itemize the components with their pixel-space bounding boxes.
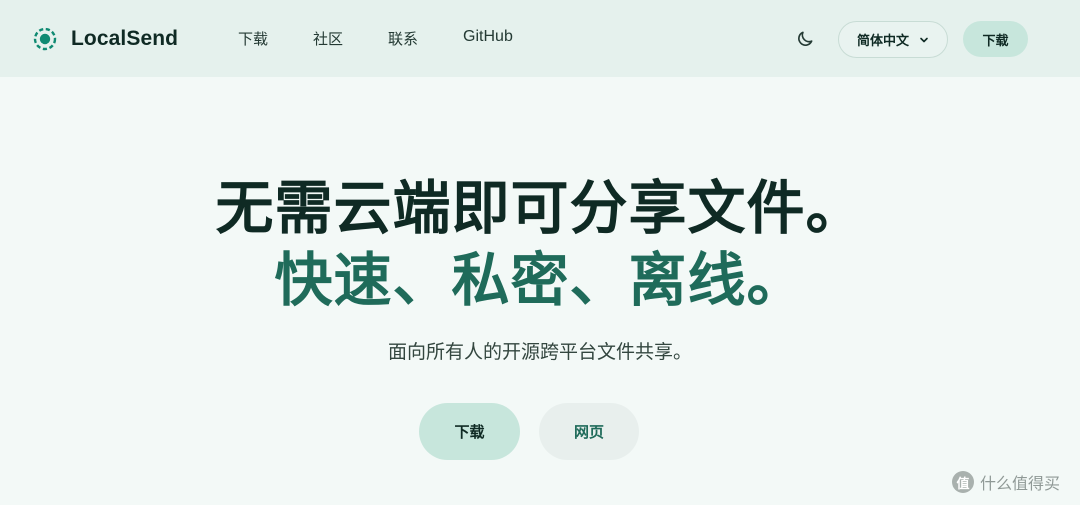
hero-subtitle: 面向所有人的开源跨平台文件共享。 — [387, 341, 692, 363]
localsend-logo-icon — [33, 27, 57, 51]
nav-link-contact[interactable]: 联系 — [388, 28, 418, 49]
watermark: 值 什么值得买 — [952, 470, 1060, 494]
hero-title: 无需云端即可分享文件。 — [215, 174, 865, 242]
language-select[interactable]: 简体中文 — [838, 21, 948, 58]
theme-toggle-button[interactable] — [793, 27, 817, 51]
moon-icon — [798, 31, 813, 46]
nav-download-button[interactable]: 下载 — [963, 21, 1028, 57]
nav-link-community[interactable]: 社区 — [313, 28, 343, 49]
nav-link-github[interactable]: GitHub — [463, 28, 513, 49]
watermark-text: 什么值得买 — [980, 474, 1061, 493]
nav-link-download[interactable]: 下载 — [238, 28, 268, 49]
web-button[interactable]: 网页 — [539, 403, 639, 460]
chevron-down-icon — [920, 37, 928, 42]
zhi-badge-icon: 值 — [952, 471, 974, 493]
hero-accent-title: 快速、私密、离线。 — [274, 246, 806, 314]
language-selected-label: 简体中文 — [856, 34, 909, 49]
nav-links: 下载 社区 联系 GitHub — [238, 28, 513, 49]
brand[interactable]: LocalSend — [33, 26, 178, 52]
top-navbar: LocalSend 下载 社区 联系 GitHub 简体中文 下载 — [0, 0, 1080, 77]
download-button[interactable]: 下载 — [419, 403, 520, 460]
brand-name: LocalSend — [71, 27, 179, 50]
